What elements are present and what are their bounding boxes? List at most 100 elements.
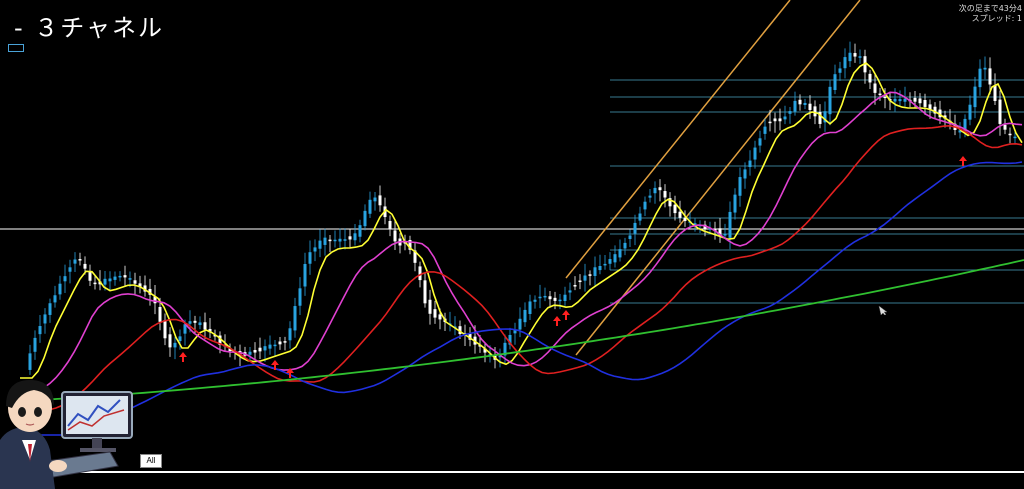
candle-body bbox=[43, 314, 47, 324]
candle-body bbox=[903, 98, 907, 102]
candle-body bbox=[203, 322, 207, 330]
candle-body bbox=[793, 100, 797, 112]
candle-body bbox=[528, 301, 532, 314]
candle-body bbox=[308, 252, 312, 264]
window-title: - ３チャネル bbox=[14, 14, 165, 42]
candle-body bbox=[1013, 136, 1017, 139]
bar-countdown-info: 次の足まで43分4 スプレッド: 1 bbox=[959, 4, 1022, 24]
spread-display: スプレッド: 1 bbox=[971, 14, 1022, 23]
candle-body bbox=[868, 73, 872, 83]
candle-body bbox=[673, 204, 677, 214]
candle-body bbox=[663, 191, 667, 198]
candle-body bbox=[813, 106, 817, 117]
candle-body bbox=[983, 67, 987, 70]
candle-body bbox=[388, 220, 392, 230]
candle-body bbox=[268, 344, 272, 349]
candle-body bbox=[438, 314, 442, 320]
candle-body bbox=[373, 197, 377, 202]
candle-body bbox=[848, 52, 852, 62]
candle-body bbox=[33, 337, 37, 352]
candle-body bbox=[418, 266, 422, 281]
candle-body bbox=[263, 346, 267, 351]
candle-body bbox=[738, 177, 742, 196]
candle-body bbox=[653, 187, 657, 194]
candle-body bbox=[433, 309, 437, 318]
candle-body bbox=[988, 68, 992, 85]
character-avatar-icon bbox=[0, 380, 133, 489]
candle-body bbox=[533, 299, 537, 302]
mouse-cursor-icon bbox=[878, 305, 888, 315]
candle-body bbox=[563, 294, 567, 301]
candle-body bbox=[158, 306, 162, 322]
candle-body bbox=[58, 283, 62, 295]
candle-body bbox=[193, 320, 197, 323]
candle-body bbox=[778, 118, 782, 122]
candle-body bbox=[838, 68, 842, 73]
candle-body bbox=[748, 160, 752, 168]
candle-body bbox=[378, 195, 382, 206]
candle-body bbox=[733, 194, 737, 213]
candle-body bbox=[783, 116, 787, 120]
candle-body bbox=[348, 236, 352, 240]
candle-body bbox=[318, 240, 322, 249]
candle-body bbox=[758, 138, 762, 146]
candle-body bbox=[873, 83, 877, 93]
candle-body bbox=[538, 296, 542, 299]
candle-body bbox=[83, 263, 87, 269]
candle-body bbox=[568, 290, 572, 293]
candle-body bbox=[828, 86, 832, 115]
candle-body bbox=[93, 282, 97, 285]
candle-body bbox=[313, 247, 317, 252]
candle-body bbox=[678, 211, 682, 218]
candle-body bbox=[188, 321, 192, 324]
candle-body bbox=[293, 306, 297, 331]
candle-body bbox=[773, 118, 777, 122]
candle-body bbox=[333, 239, 337, 242]
candle-body bbox=[573, 285, 577, 287]
candle-body bbox=[658, 187, 662, 191]
candle-body bbox=[548, 296, 552, 300]
candle-body bbox=[283, 341, 287, 343]
candle-body bbox=[743, 169, 747, 179]
candle-body bbox=[608, 259, 612, 264]
candle-body bbox=[258, 347, 262, 352]
candle-body bbox=[728, 211, 732, 238]
candle-body bbox=[583, 275, 587, 281]
price-chart[interactable] bbox=[0, 0, 1024, 489]
candle-body bbox=[968, 104, 972, 120]
candle-body bbox=[128, 278, 132, 280]
candle-body bbox=[1003, 124, 1007, 130]
candle-body bbox=[763, 126, 767, 134]
candle-body bbox=[63, 276, 67, 282]
candle-body bbox=[133, 280, 137, 284]
candle-body bbox=[278, 341, 282, 345]
candle-body bbox=[883, 96, 887, 99]
candle-body bbox=[38, 326, 42, 335]
candle-body bbox=[803, 102, 807, 105]
candle-body bbox=[358, 225, 362, 237]
candle-body bbox=[893, 98, 897, 102]
candle-body bbox=[648, 195, 652, 198]
title-tab-marker bbox=[8, 44, 24, 52]
candle-body bbox=[628, 235, 632, 240]
candle-body bbox=[918, 98, 922, 104]
candle-body bbox=[273, 344, 277, 347]
candle-body bbox=[113, 276, 117, 280]
candle-body bbox=[753, 147, 757, 160]
candle-body bbox=[833, 74, 837, 90]
candle-body bbox=[108, 278, 112, 282]
candle-body bbox=[798, 99, 802, 105]
candle-body bbox=[288, 328, 292, 341]
candle-body bbox=[103, 278, 107, 285]
all-button[interactable]: All bbox=[140, 454, 162, 468]
candle-body bbox=[723, 234, 727, 236]
candle-body bbox=[168, 334, 172, 348]
candle-body bbox=[78, 259, 82, 261]
candle-body bbox=[393, 230, 397, 242]
candle-body bbox=[518, 318, 522, 330]
candle-body bbox=[338, 238, 342, 242]
candle-body bbox=[88, 271, 92, 281]
candle-body bbox=[248, 351, 252, 355]
candle-body bbox=[523, 309, 527, 323]
candle-body bbox=[423, 280, 427, 304]
